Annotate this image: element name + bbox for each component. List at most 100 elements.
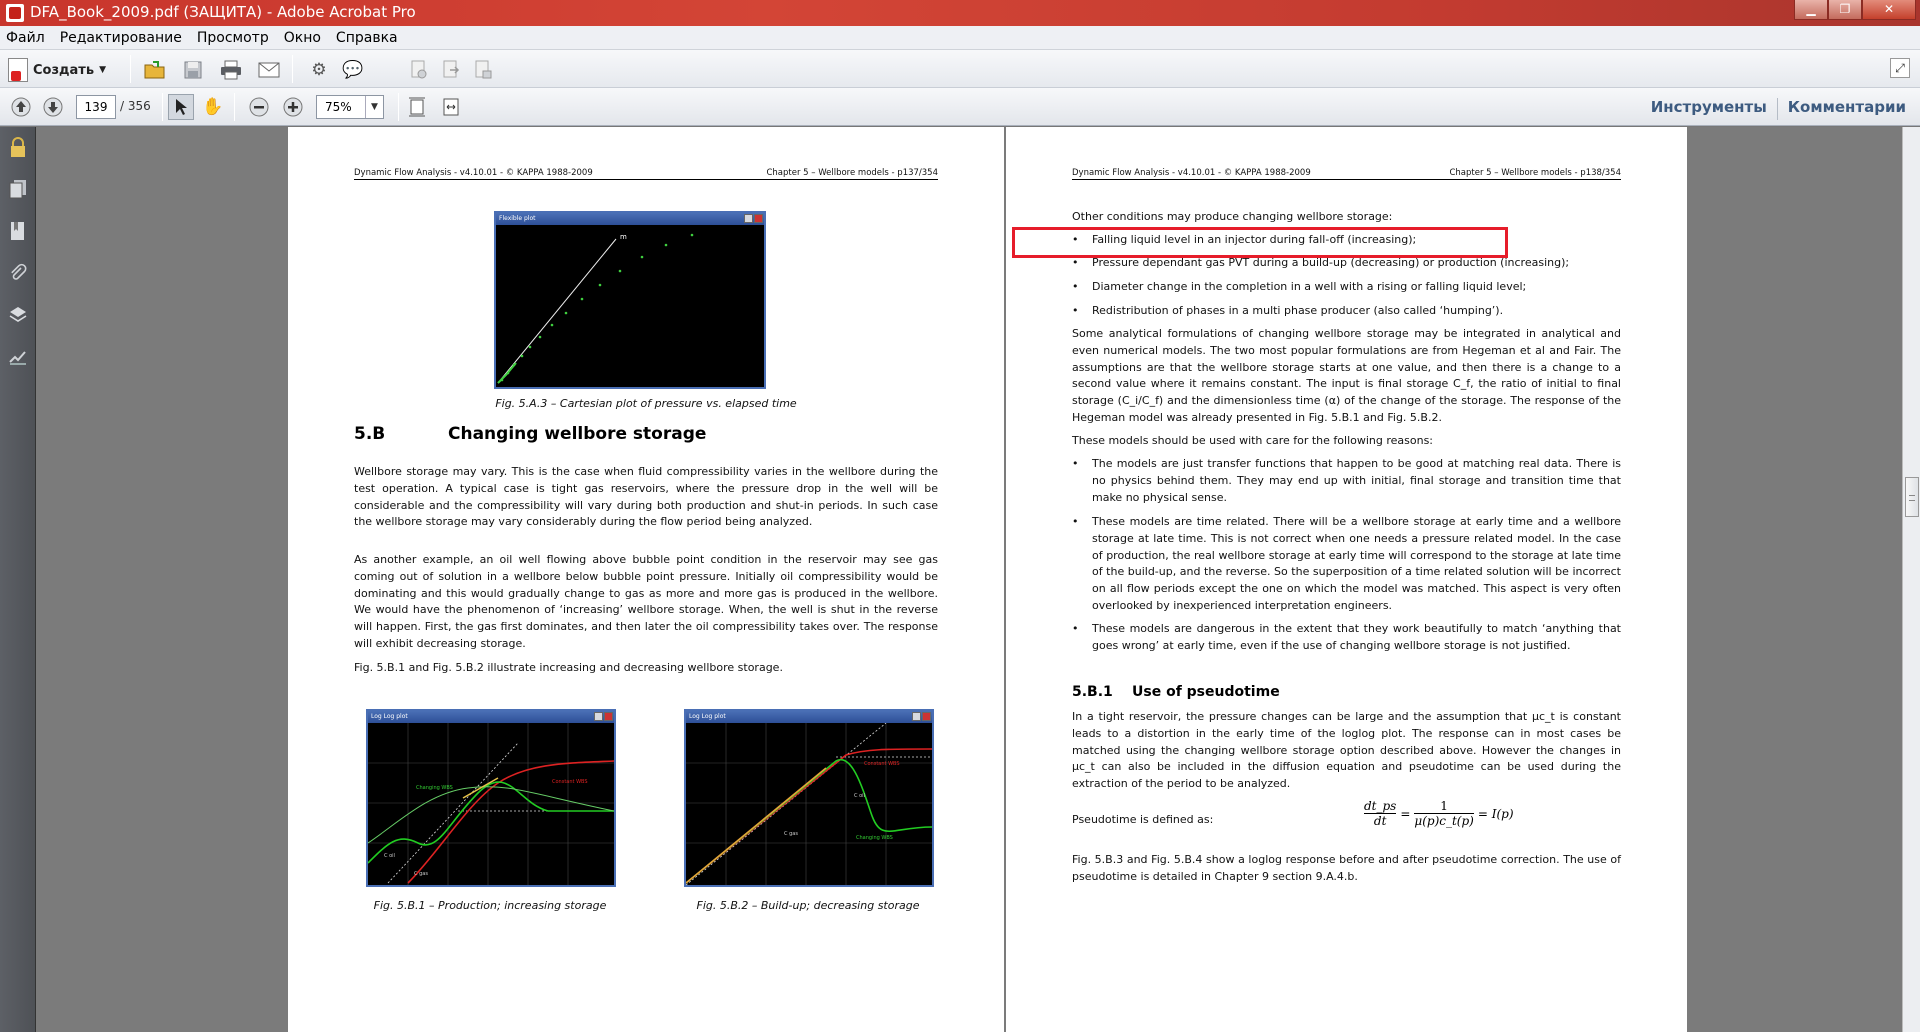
toolbar-separator — [292, 55, 293, 83]
save-icon[interactable] — [180, 57, 206, 83]
panel-links: Инструменты Комментарии — [1651, 98, 1906, 120]
signatures-icon[interactable] — [8, 347, 28, 369]
toolbar-separator — [162, 93, 163, 121]
chevron-down-icon: ▼ — [99, 65, 106, 75]
hand-tool-icon[interactable]: ✋ — [200, 94, 226, 120]
fit-page-icon[interactable] — [404, 94, 430, 120]
comments-panel-link[interactable]: Комментарии — [1788, 98, 1906, 120]
plot-window-button — [594, 712, 603, 721]
bookmarks-icon[interactable] — [8, 221, 28, 243]
title-bar: DFA_Book_2009.pdf (ЗАЩИТА) - Adobe Acrob… — [0, 0, 1920, 26]
pseudotime-label: Pseudotime is defined as: — [1072, 813, 1214, 826]
gear-icon[interactable]: ⚙ — [306, 57, 332, 83]
flexible-plot-figure: Flexible plot m — [494, 211, 766, 389]
comment-bubble-icon[interactable]: 💬 — [340, 57, 366, 83]
loglog-plot-figure-1: Log Log plot Changing WBS Constant WBS C… — [366, 709, 616, 887]
main-toolbar — [0, 50, 1920, 88]
zoom-level-value: 75% — [325, 100, 352, 114]
link-separator — [1776, 98, 1778, 120]
navigation-panel — [0, 127, 36, 1032]
close-button[interactable]: ✕ — [1862, 0, 1916, 20]
plot-window-close — [922, 712, 931, 721]
header-rule — [354, 179, 938, 180]
paragraph: In a tight reservoir, the pressure chang… — [1072, 710, 1621, 791]
series-label: Changing WBS — [416, 785, 453, 791]
page-total: / 356 — [120, 99, 151, 113]
acrobat-window: DFA_Book_2009.pdf (ЗАЩИТА) - Adobe Acrob… — [0, 0, 1920, 1032]
stamp-icon[interactable] — [406, 57, 432, 83]
header-rule — [1072, 179, 1621, 180]
loglog-plot-decreasing — [686, 723, 932, 885]
plot-window-button — [912, 712, 921, 721]
toolbar-separator — [130, 55, 131, 83]
restore-button[interactable]: ❐ — [1828, 0, 1862, 20]
zoom-in-icon[interactable] — [280, 94, 306, 120]
paragraph: These models should be used with care fo… — [1072, 434, 1434, 447]
plot-window-button — [744, 214, 753, 223]
plot-window-close — [604, 712, 613, 721]
list-item-text: Redistribution of phases in a multi phas… — [1092, 304, 1504, 317]
figure-caption: Fig. 5.B.1 – Production; increasing stor… — [373, 899, 607, 912]
lock-icon[interactable] — [8, 137, 28, 159]
series-label: Constant WBS — [864, 761, 900, 767]
chevron-down-icon[interactable]: ▼ — [365, 96, 383, 118]
acrobat-app-icon — [6, 4, 24, 22]
email-icon[interactable] — [256, 57, 282, 83]
fullscreen-expand-icon[interactable]: ⤢ — [1890, 58, 1910, 78]
select-cursor-icon[interactable] — [168, 94, 194, 120]
plot-window-title: Flexible plot — [496, 213, 764, 225]
plot-marker-label: m — [620, 233, 627, 241]
menu-help[interactable]: Справка — [336, 30, 398, 46]
plot-window-title: Log Log plot — [368, 711, 614, 723]
next-page-icon[interactable] — [40, 94, 66, 120]
page-number-input[interactable]: 139 — [76, 95, 116, 119]
attachments-paperclip-icon[interactable] — [8, 263, 28, 285]
create-button[interactable]: Создать ▼ — [8, 57, 106, 83]
formula-fraction: dt_ps dt — [1364, 799, 1397, 828]
menu-view[interactable]: Просмотр — [197, 30, 269, 46]
menu-window[interactable]: Окно — [284, 30, 321, 46]
figure-caption: Fig. 5.A.3 – Cartesian plot of pressure … — [495, 397, 797, 410]
figure-caption: Fig. 5.B.2 – Build-up; decreasing storag… — [696, 899, 920, 912]
list-item: • Diameter change in the completion in a … — [1072, 280, 1527, 293]
formula-fraction: 1 μ(p)c_t(p) — [1414, 799, 1474, 828]
formula-lhs-denominator: dt — [1364, 813, 1397, 828]
fit-width-icon[interactable] — [438, 94, 464, 120]
series-label: C gas — [414, 871, 428, 877]
loglog-plot-increasing — [368, 723, 614, 885]
formula-rhs-numerator: 1 — [1440, 799, 1448, 813]
subsection-title: Use of pseudotime — [1132, 684, 1280, 700]
menu-file[interactable]: Файл — [6, 30, 45, 46]
paragraph: Other conditions may produce changing we… — [1072, 210, 1393, 223]
minimize-button[interactable]: ▁ — [1794, 0, 1828, 20]
series-label: C oil — [384, 853, 395, 859]
paragraph: Wellbore storage may vary. This is the c… — [354, 465, 938, 529]
series-label: Changing WBS — [856, 835, 893, 841]
layers-icon[interactable] — [8, 305, 28, 327]
secure-icon[interactable] — [470, 57, 496, 83]
list-item-text: Diameter change in the completion in a w… — [1092, 280, 1527, 293]
vertical-scrollbar[interactable] — [1902, 127, 1920, 1032]
scrollbar-thumb[interactable] — [1905, 477, 1919, 517]
list-item-text: These models are dangerous in the extent… — [1092, 622, 1621, 652]
paragraph: Some analytical formulations of changing… — [1072, 327, 1621, 424]
print-icon[interactable] — [218, 57, 244, 83]
open-folder-icon[interactable] — [142, 57, 168, 83]
create-button-label: Создать — [33, 62, 95, 78]
formula-result: = I(p) — [1477, 806, 1514, 821]
loglog-plot-figure-2: Log Log plot Constant WBS C oil C gas Ch… — [684, 709, 934, 887]
previous-page-icon[interactable] — [8, 94, 34, 120]
export-icon[interactable] — [438, 57, 464, 83]
menu-edit[interactable]: Редактирование — [60, 30, 182, 46]
zoom-out-icon[interactable] — [246, 94, 272, 120]
highlight-annotation-box[interactable] — [1012, 227, 1508, 258]
zoom-level-select[interactable]: 75% ▼ — [316, 95, 384, 119]
document-viewport[interactable]: Dynamic Flow Analysis - v4.10.01 - © KAP… — [36, 127, 1902, 1032]
page-thumbnails-icon[interactable] — [8, 179, 28, 201]
create-pdf-icon — [8, 58, 28, 82]
page-header-left: Dynamic Flow Analysis - v4.10.01 - © KAP… — [1072, 168, 1311, 178]
section-number: 5.B — [354, 424, 386, 444]
tools-panel-link[interactable]: Инструменты — [1651, 98, 1767, 120]
toolbar-separator — [234, 93, 235, 121]
subsection-number: 5.B.1 — [1072, 684, 1113, 700]
